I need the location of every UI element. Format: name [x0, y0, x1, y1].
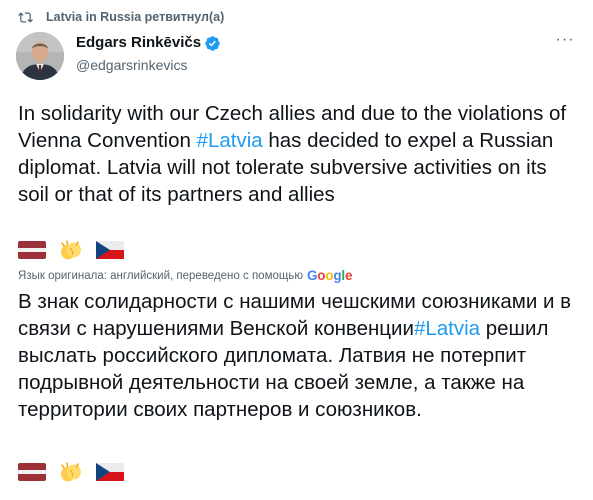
czech-flag-icon: [96, 463, 124, 481]
hashtag-link-translated[interactable]: #Latvia: [414, 317, 480, 340]
emoji-row-translated: [18, 461, 137, 483]
clapping-hands-icon: [61, 240, 81, 260]
tweet-text: In solidarity with our Czech allies and …: [18, 100, 583, 208]
google-logo[interactable]: Google: [307, 268, 353, 283]
hashtag-link[interactable]: #Latvia: [197, 129, 263, 152]
retweeter-name-link[interactable]: Latvia in Russia: [46, 10, 141, 24]
translation-note-text: Язык оригинала: английский, переведено с…: [18, 269, 303, 282]
author-handle[interactable]: @edgarsrinkevics: [76, 56, 221, 74]
more-options-icon[interactable]: ···: [555, 32, 575, 50]
verified-badge-icon: [205, 35, 220, 51]
author-name[interactable]: Edgars Rinkēvičs: [76, 34, 201, 52]
retweet-indicator: Latvia in Russia ретвитнул(а): [18, 9, 224, 25]
retweet-suffix: ретвитнул(а): [141, 10, 225, 24]
czech-flag-icon: [96, 241, 124, 259]
avatar-image: [16, 32, 64, 80]
tweet-author: Edgars Rinkēvičs @edgarsrinkevics: [76, 34, 221, 74]
retweet-icon: [18, 11, 33, 23]
clapping-hands-icon: [61, 462, 81, 482]
translation-note: Язык оригинала: английский, переведено с…: [18, 268, 352, 283]
latvia-flag-icon: [18, 241, 46, 259]
translated-text: В знак солидарности с нашими чешскими со…: [18, 288, 583, 423]
emoji-row: [18, 239, 137, 261]
avatar[interactable]: [16, 32, 64, 80]
latvia-flag-icon: [18, 463, 46, 481]
